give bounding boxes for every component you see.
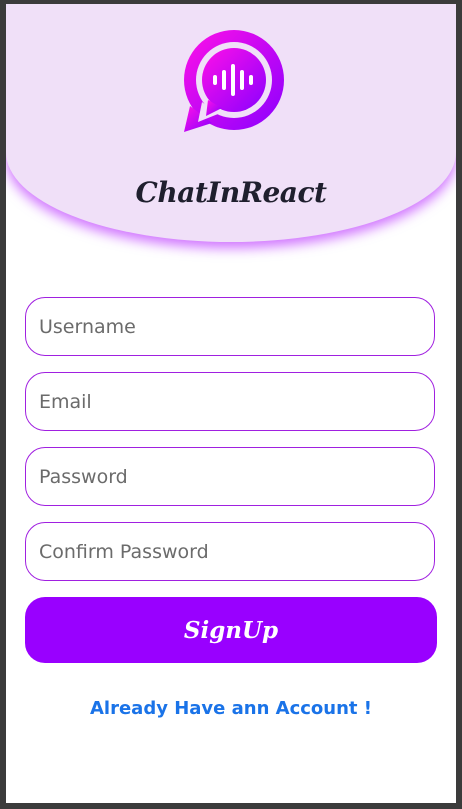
header-banner: ChatInReact bbox=[6, 4, 456, 242]
confirm-password-input[interactable] bbox=[25, 522, 435, 581]
email-input[interactable] bbox=[25, 372, 435, 431]
password-input[interactable] bbox=[25, 447, 435, 506]
chat-bubble-soundwave-icon bbox=[184, 30, 284, 132]
window-frame: ChatInReact SignUp Already Have ann Acco… bbox=[0, 0, 462, 809]
login-link[interactable]: Already Have ann Account ! bbox=[6, 698, 456, 719]
username-input[interactable] bbox=[25, 297, 435, 356]
app-title: ChatInReact bbox=[135, 176, 327, 209]
signup-button[interactable]: SignUp bbox=[25, 597, 437, 663]
app-screen: ChatInReact SignUp Already Have ann Acco… bbox=[6, 4, 456, 803]
